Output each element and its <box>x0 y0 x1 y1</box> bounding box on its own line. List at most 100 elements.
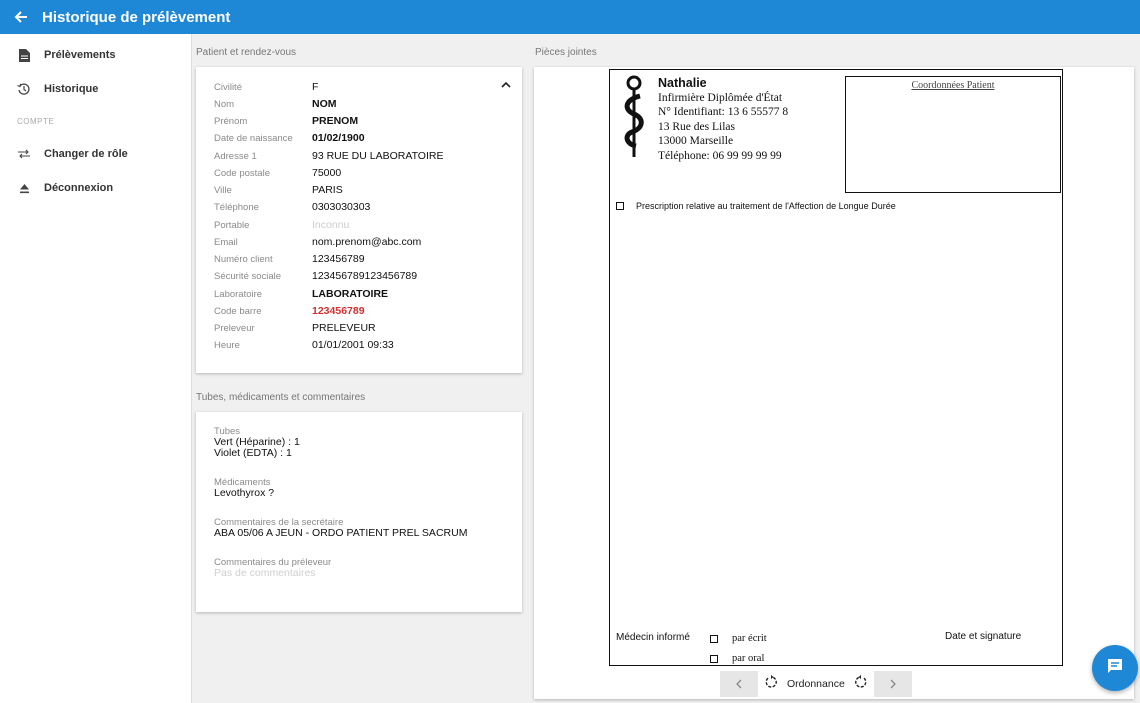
info-row-date-naissance: Date de naissance 01/02/1900 <box>214 132 514 146</box>
field-value: 123456789 <box>312 253 365 265</box>
option-written: par écrit <box>710 633 767 644</box>
field-value: NOM <box>312 98 337 110</box>
eject-icon <box>17 181 31 195</box>
rotate-left-icon <box>764 674 778 694</box>
tubes-block: Tubes Vert (Héparine) : 1 Violet (EDTA) … <box>214 426 300 459</box>
field-value: 123456789123456789 <box>312 270 418 282</box>
prescription-document[interactable]: Nathalie Infirmière Diplômée d'État N° I… <box>609 69 1063 666</box>
info-row-preleveur: Preleveur PRELEVEUR <box>214 322 514 336</box>
ald-row: Prescription relative au traitement de l… <box>616 201 896 211</box>
info-row-numero-client: Numéro client 123456789 <box>214 253 514 267</box>
field-label: Laboratoire <box>214 289 263 300</box>
field-label: Prénom <box>214 116 248 127</box>
patient-card: Civilité F Nom NOM Prénom PRENOM Date de… <box>196 67 522 373</box>
field-value: PRENOM <box>312 115 359 127</box>
field-value: PARIS <box>312 184 343 196</box>
document-type-label: Ordonnance <box>787 678 845 690</box>
sidebar-section-title: COMPTE <box>17 117 55 126</box>
info-row-email: Email nom.prenom@abc.com <box>214 236 514 250</box>
option-label: par oral <box>732 653 765 664</box>
info-row-ville: Ville PARIS <box>214 184 514 198</box>
field-label: Email <box>214 237 238 248</box>
field-value: nom.prenom@abc.com <box>312 236 422 248</box>
field-label: Date de naissance <box>214 133 293 144</box>
patient-coordinates-title: Coordonnées Patient <box>911 80 995 91</box>
ald-text: Prescription relative au traitement de l… <box>636 201 896 211</box>
patient-section-title: Patient et rendez-vous <box>196 47 297 58</box>
previous-button[interactable] <box>720 671 758 697</box>
field-label: Heure <box>214 340 240 351</box>
field-value: LABORATOIRE <box>312 288 389 300</box>
info-row-heure: Heure 01/01/2001 09:33 <box>214 339 514 353</box>
field-label: Nom <box>214 99 235 110</box>
sidebar: Prélèvements Historique COMPTE Changer d… <box>0 34 192 703</box>
field-value: F <box>312 81 319 93</box>
sidebar-item-label: Historique <box>44 83 99 95</box>
field-value: 01/01/2001 09:33 <box>312 339 394 351</box>
field-label: Numéro client <box>214 254 273 265</box>
info-row-adresse: Adresse 1 93 RUE DU LABORATOIRE <box>214 150 514 164</box>
field-label: Téléphone <box>214 202 259 213</box>
nurse-line: 13000 Marseille <box>658 135 734 147</box>
attachments-section-title: Pièces jointes <box>535 47 597 58</box>
sidebar-item-label: Changer de rôle <box>44 148 128 160</box>
field-label: Adresse 1 <box>214 151 257 162</box>
secretary-comments-value: ABA 05/06 A JEUN - ORDO PATIENT PREL SAC… <box>214 527 468 539</box>
info-row-portable: Portable Inconnu <box>214 219 514 233</box>
field-label: Civilité <box>214 82 242 93</box>
medications-block: Médicaments Levothyrox ? <box>214 477 274 499</box>
back-arrow-icon[interactable] <box>12 8 30 26</box>
field-value: 75000 <box>312 167 342 179</box>
tubes-card: Tubes Vert (Héparine) : 1 Violet (EDTA) … <box>196 412 522 612</box>
field-value: 0303030303 <box>312 201 371 213</box>
caduceus-logo-icon <box>622 74 648 165</box>
chat-button[interactable] <box>1092 645 1138 691</box>
sidebar-item-deconnexion[interactable]: Déconnexion <box>0 173 191 203</box>
nurse-line: Infirmière Diplômée d'État <box>658 91 783 104</box>
info-row-code-barre: Code barre 123456789 <box>214 305 514 319</box>
field-label: Preleveur <box>214 323 255 334</box>
preleveur-comments-value: Pas de commentaires <box>214 567 316 579</box>
field-label: Ville <box>214 185 232 196</box>
medications-value: Levothyrox ? <box>214 487 275 499</box>
info-row-securite-sociale: Sécurité sociale 123456789123456789 <box>214 270 514 284</box>
field-label: Portable <box>214 220 250 231</box>
nurse-name: Nathalie <box>658 76 707 90</box>
info-row-telephone: Téléphone 0303030303 <box>214 201 514 215</box>
patient-coordinates-box: Coordonnées Patient <box>845 76 1061 193</box>
attachment-pager: Ordonnance <box>720 671 912 697</box>
nurse-line: N° Identifiant: 13 6 55577 8 <box>658 106 789 118</box>
field-value: 01/02/1900 <box>312 132 365 144</box>
option-label: par écrit <box>732 633 767 644</box>
field-value: PRELEVEUR <box>312 322 376 334</box>
history-icon <box>17 82 31 96</box>
nurse-info: Nathalie Infirmière Diplômée d'État N° I… <box>658 76 788 163</box>
info-row-code-postale: Code postale 75000 <box>214 167 514 181</box>
field-value: 123456789 <box>312 305 365 317</box>
signature-label: Date et signature <box>945 631 1022 642</box>
sidebar-item-historique[interactable]: Historique <box>0 74 191 104</box>
sidebar-item-label: Déconnexion <box>44 182 114 194</box>
document-icon <box>17 48 31 62</box>
preleveur-comments-block: Commentaires du préleveur Pas de comment… <box>214 557 331 579</box>
rotate-right-icon <box>854 674 868 694</box>
rotate-left-button[interactable] <box>758 671 784 697</box>
page-title: Historique de prélèvement <box>42 8 231 26</box>
sidebar-item-changer-role[interactable]: Changer de rôle <box>0 139 191 169</box>
nurse-line: Téléphone: 06 99 99 99 99 <box>658 149 782 162</box>
sidebar-item-label: Prélèvements <box>44 49 116 61</box>
chat-icon <box>1106 657 1124 680</box>
checkbox <box>616 202 624 210</box>
field-label: Sécurité sociale <box>214 271 282 282</box>
rotate-right-button[interactable] <box>848 671 874 697</box>
swap-icon <box>17 147 31 161</box>
tubes-section-title: Tubes, médicaments et commentaires <box>196 392 366 403</box>
attachment-viewer: Nathalie Infirmière Diplômée d'État N° I… <box>534 67 1134 699</box>
medecin-label: Médecin informé <box>616 632 690 643</box>
sidebar-item-prelevements[interactable]: Prélèvements <box>0 40 191 70</box>
checkbox <box>710 634 718 643</box>
field-value: Inconnu <box>312 219 350 231</box>
nurse-line: 13 Rue des Lilas <box>658 120 735 133</box>
next-button[interactable] <box>873 671 912 697</box>
option-oral: par oral <box>710 653 764 664</box>
